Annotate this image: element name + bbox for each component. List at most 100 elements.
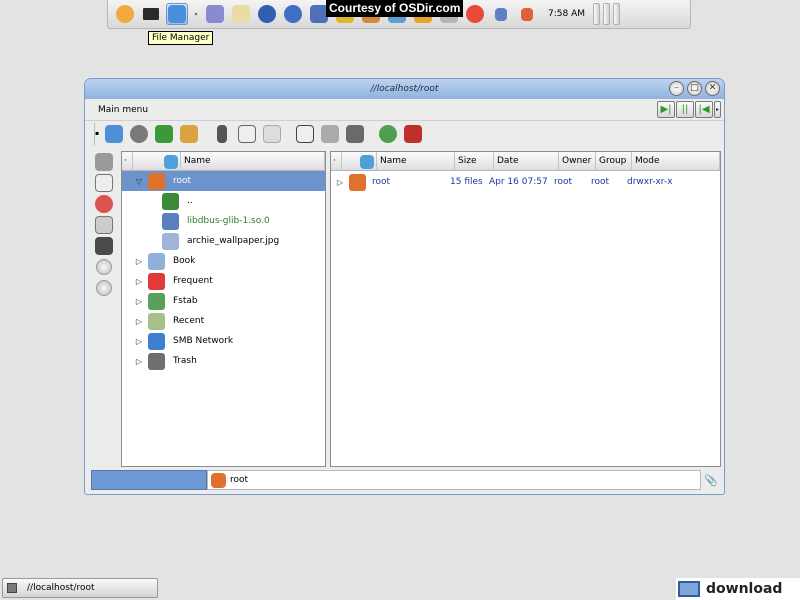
column-header-owner[interactable]: Owner — [559, 152, 596, 171]
pager-bar[interactable] — [603, 3, 610, 25]
column-header-size[interactable]: Size — [455, 152, 494, 171]
printer-icon — [95, 153, 113, 171]
column-icon — [164, 154, 178, 169]
exit-button[interactable] — [402, 123, 424, 145]
tree-item-label: Book — [173, 256, 196, 266]
print-side-button[interactable] — [94, 152, 114, 172]
icon-column[interactable] — [133, 152, 181, 171]
expand-arrow-icon[interactable]: ▷ — [134, 277, 144, 286]
tree-pane[interactable]: · Name ▽ root.. libdbus-glib-1.so.0 archie_… — [121, 151, 326, 467]
tree-item[interactable]: ▷ Fstab — [122, 291, 325, 311]
bookmark-side-button[interactable] — [94, 215, 114, 235]
column-header-date[interactable]: Date — [494, 152, 559, 171]
tree-item[interactable]: ▷ SMB Network — [122, 331, 325, 351]
tree-item[interactable]: archie_wallpaper.jpg — [122, 231, 325, 251]
paint-side-button[interactable] — [94, 194, 114, 214]
round-icon — [96, 280, 112, 296]
terminal-launcher[interactable] — [140, 3, 162, 25]
cut-button[interactable] — [211, 123, 233, 145]
tree-item[interactable]: ▷ Book — [122, 251, 325, 271]
table-row[interactable]: ▷ root 15 files Apr 16 07:57 root root d… — [331, 172, 720, 192]
logout-button[interactable] — [516, 3, 538, 25]
taskbar-window-label: //localhost/root — [27, 583, 95, 593]
tree-item[interactable]: ▽ root — [122, 171, 325, 191]
file-manager-window: //localhost/root – □ ✕ Main menu ▶| || |… — [84, 78, 725, 495]
exit-icon — [404, 125, 422, 143]
overflow-arrow-icon[interactable]: ▸ — [714, 101, 721, 118]
go-button[interactable] — [153, 123, 175, 145]
new-window-button[interactable] — [103, 123, 125, 145]
expand-arrow-icon[interactable]: ▷ — [134, 317, 144, 326]
new-window-icon — [105, 125, 123, 143]
tree-item-label: root — [173, 176, 192, 186]
icon-column[interactable] — [342, 152, 377, 171]
hidden-files-button[interactable] — [294, 123, 316, 145]
tools-button[interactable] — [178, 123, 200, 145]
documents-icon — [95, 174, 113, 192]
trash-icon — [148, 352, 165, 370]
collapse-arrow-icon[interactable]: ▽ — [134, 177, 144, 186]
details-pane[interactable]: · Name Size Date Owner Group Mode ▷ root… — [330, 151, 721, 467]
expand-arrow-icon[interactable]: ▷ — [134, 257, 144, 266]
terminal-icon — [143, 8, 159, 20]
clipboard-button[interactable]: 📎 — [701, 470, 721, 490]
column-menu-button[interactable]: · — [122, 152, 133, 171]
save-side-button[interactable] — [94, 236, 114, 256]
tree-item[interactable]: ▷ Recent — [122, 311, 325, 331]
browser-launcher[interactable] — [256, 3, 278, 25]
launcher-button[interactable] — [114, 3, 136, 25]
empty-slot-button[interactable] — [94, 257, 114, 277]
expand-arrow-icon[interactable]: ▷ — [134, 297, 144, 306]
refresh-button[interactable] — [377, 123, 399, 145]
minimize-button[interactable]: – — [669, 81, 684, 96]
tree-item[interactable]: ▷ Frequent — [122, 271, 325, 291]
monitor-icon — [678, 581, 700, 597]
expand-arrow-icon[interactable]: ▷ — [331, 178, 349, 187]
column-menu-button[interactable]: · — [331, 152, 342, 171]
settings-launcher[interactable] — [204, 3, 226, 25]
cell-name: root — [372, 177, 391, 187]
print-button[interactable] — [319, 123, 341, 145]
arrow-right-icon — [155, 125, 173, 143]
location-field[interactable]: root — [207, 470, 701, 490]
cell-owner: root — [554, 177, 573, 187]
paperclip-icon: 📎 — [704, 473, 718, 487]
pause-button[interactable]: || — [676, 101, 694, 118]
tree-item[interactable]: libdbus-glib-1.so.0 — [122, 211, 325, 231]
printer-icon — [321, 125, 339, 143]
window-title: //localhost/root — [370, 84, 439, 94]
help-launcher[interactable] — [464, 3, 486, 25]
expand-arrow-icon[interactable]: ▷ — [134, 357, 144, 366]
pager-bar[interactable] — [593, 3, 600, 25]
go-first-button[interactable]: |◀ — [695, 101, 713, 118]
title-bar[interactable]: //localhost/root – □ ✕ — [85, 79, 724, 99]
maximize-button[interactable]: □ — [687, 81, 702, 96]
delete-button[interactable] — [344, 123, 366, 145]
library-file-icon — [162, 212, 179, 230]
name-column-header[interactable]: Name — [181, 152, 325, 171]
main-menu[interactable]: Main menu — [98, 105, 148, 115]
file-manager-launcher[interactable] — [166, 3, 188, 25]
drives-icon — [148, 292, 165, 310]
tree-item[interactable]: .. — [122, 191, 325, 211]
globe-icon — [258, 5, 276, 23]
paste-button[interactable] — [261, 123, 283, 145]
copy-button[interactable] — [236, 123, 258, 145]
run-button[interactable] — [128, 123, 150, 145]
column-header-mode[interactable]: Mode — [632, 152, 720, 171]
column-header-group[interactable]: Group — [596, 152, 632, 171]
toolbar-grip[interactable]: ▪ — [94, 123, 99, 145]
launcher-arrow-icon[interactable]: ▾ — [192, 3, 200, 25]
taskbar-window-button[interactable]: //localhost/root — [2, 578, 158, 598]
go-next-button[interactable]: ▶| — [657, 101, 675, 118]
copy-side-button[interactable] — [94, 173, 114, 193]
column-header-name[interactable]: Name — [377, 152, 455, 171]
pager-bar[interactable] — [613, 3, 620, 25]
empty-slot-button[interactable] — [94, 278, 114, 298]
tree-item[interactable]: ▷ Trash — [122, 351, 325, 371]
lock-button[interactable] — [490, 3, 512, 25]
editor-launcher[interactable] — [230, 3, 252, 25]
mail-launcher[interactable] — [282, 3, 304, 25]
expand-arrow-icon[interactable]: ▷ — [134, 337, 144, 346]
close-button[interactable]: ✕ — [705, 81, 720, 96]
